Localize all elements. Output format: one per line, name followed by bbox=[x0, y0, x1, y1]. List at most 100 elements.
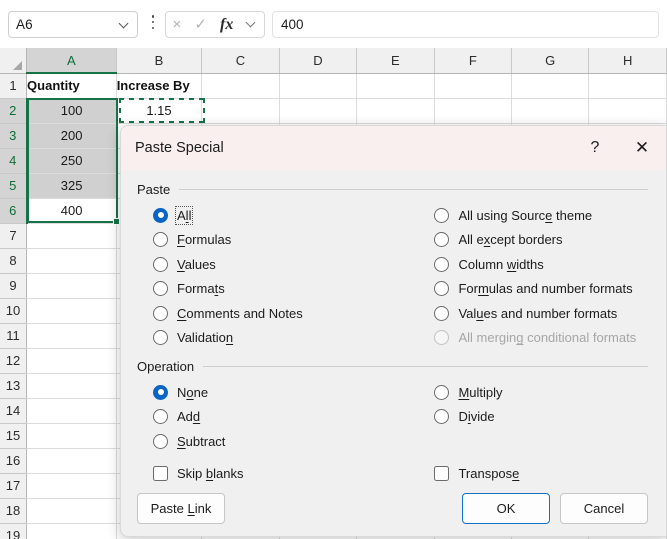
paste-radio-validation[interactable]: Validation bbox=[137, 326, 418, 351]
row-header-4[interactable]: 4 bbox=[0, 148, 28, 174]
checkbox-icon bbox=[434, 466, 450, 481]
cell-b1[interactable]: Increase By bbox=[116, 73, 203, 99]
row-header-5[interactable]: 5 bbox=[0, 173, 28, 199]
cell-a4[interactable]: 250 bbox=[26, 148, 117, 174]
function-dropdown-chevron-icon[interactable] bbox=[246, 17, 257, 32]
row-header-2[interactable]: 2 bbox=[0, 98, 28, 124]
cell-a11[interactable] bbox=[26, 323, 117, 349]
column-header-f[interactable]: F bbox=[434, 48, 513, 74]
paste-radio-column-widths[interactable]: Column widths bbox=[418, 252, 648, 277]
row-header-19[interactable]: 19 bbox=[0, 523, 28, 539]
cell-h1[interactable] bbox=[588, 73, 667, 99]
cell-f1[interactable] bbox=[434, 73, 513, 99]
operation-radio-multiply[interactable]: Multiply bbox=[418, 380, 648, 405]
cell-a14[interactable] bbox=[26, 398, 117, 424]
row-header-12[interactable]: 12 bbox=[0, 348, 28, 374]
cell-g2[interactable] bbox=[511, 98, 590, 124]
row-header-15[interactable]: 15 bbox=[0, 423, 28, 449]
paste-special-dialog[interactable]: Paste Special ? ✕ Paste All Formulas Value… bbox=[120, 125, 667, 537]
dialog-title: Paste Special bbox=[135, 140, 224, 156]
row-header-1[interactable]: 1 bbox=[0, 73, 28, 99]
cell-c1[interactable] bbox=[201, 73, 280, 99]
row-header-18[interactable]: 18 bbox=[0, 498, 28, 524]
cell-a15[interactable] bbox=[26, 423, 117, 449]
cell-a3[interactable]: 200 bbox=[26, 123, 117, 149]
row-header-17[interactable]: 17 bbox=[0, 473, 28, 499]
checkbox-label: Transpose bbox=[458, 466, 520, 481]
row-header-8[interactable]: 8 bbox=[0, 248, 28, 274]
cancel-entry-icon[interactable]: × bbox=[173, 17, 182, 32]
operation-radio-add[interactable]: Add bbox=[137, 405, 418, 430]
cell-c2[interactable] bbox=[201, 98, 280, 124]
operation-radio-none[interactable]: None bbox=[137, 380, 418, 405]
cell-a5[interactable]: 325 bbox=[26, 173, 117, 199]
ok-button[interactable]: OK bbox=[462, 492, 550, 524]
cell-d2[interactable] bbox=[279, 98, 358, 124]
row-header-10[interactable]: 10 bbox=[0, 298, 28, 324]
cell-a13[interactable] bbox=[26, 373, 117, 399]
name-box[interactable]: A6 bbox=[8, 11, 138, 38]
paste-radio-values-and-number-formats[interactable]: Values and number formats bbox=[418, 301, 648, 326]
cell-a8[interactable] bbox=[26, 248, 117, 274]
row-header-7[interactable]: 7 bbox=[0, 223, 28, 249]
paste-radio-values[interactable]: Values bbox=[137, 252, 418, 277]
paste-radio-all-using-source-theme[interactable]: All using Source theme bbox=[418, 203, 648, 228]
column-header-a[interactable]: A bbox=[26, 48, 117, 74]
column-header-g[interactable]: G bbox=[511, 48, 590, 74]
operation-radio-divide[interactable]: Divide bbox=[418, 405, 648, 430]
cell-a17[interactable] bbox=[26, 473, 117, 499]
row-header-13[interactable]: 13 bbox=[0, 373, 28, 399]
confirm-entry-icon[interactable]: ✓ bbox=[194, 17, 207, 32]
cell-b2[interactable]: 1.15 bbox=[116, 98, 203, 124]
row-header-6[interactable]: 6 bbox=[0, 198, 28, 224]
cell-a2[interactable]: 100 bbox=[26, 98, 117, 124]
cell-a10[interactable] bbox=[26, 298, 117, 324]
paste-radio-comments-and-notes[interactable]: Comments and Notes bbox=[137, 301, 418, 326]
column-header-c[interactable]: C bbox=[201, 48, 280, 74]
cell-a1[interactable]: Quantity bbox=[26, 73, 117, 99]
paste-radio-formulas[interactable]: Formulas bbox=[137, 228, 418, 253]
column-header-h[interactable]: H bbox=[588, 48, 667, 74]
row-header-3[interactable]: 3 bbox=[0, 123, 28, 149]
paste-radio-formulas-and-number-formats[interactable]: Formulas and number formats bbox=[418, 277, 648, 302]
radio-icon bbox=[153, 281, 168, 297]
cell-e1[interactable] bbox=[356, 73, 435, 99]
column-header-e[interactable]: E bbox=[356, 48, 435, 74]
cell-a12[interactable] bbox=[26, 348, 117, 374]
paste-radio-formats[interactable]: Formats bbox=[137, 277, 418, 302]
cell-g1[interactable] bbox=[511, 73, 590, 99]
operation-radio-subtract[interactable]: Subtract bbox=[137, 429, 418, 454]
formula-input[interactable]: 400 bbox=[272, 11, 659, 38]
row-header-16[interactable]: 16 bbox=[0, 448, 28, 474]
cell-a9[interactable] bbox=[26, 273, 117, 299]
close-icon[interactable]: ✕ bbox=[618, 126, 666, 170]
cell-a18[interactable] bbox=[26, 498, 117, 524]
select-all-corner[interactable] bbox=[0, 48, 28, 74]
chevron-down-icon[interactable] bbox=[119, 19, 130, 30]
column-header-d[interactable]: D bbox=[279, 48, 358, 74]
row-header-9[interactable]: 9 bbox=[0, 273, 28, 299]
radio-label: Comments and Notes bbox=[177, 305, 303, 321]
cancel-button[interactable]: Cancel bbox=[560, 492, 648, 524]
cell-h2[interactable] bbox=[588, 98, 667, 124]
row-header-11[interactable]: 11 bbox=[0, 323, 28, 349]
cell-d1[interactable] bbox=[279, 73, 358, 99]
insert-function-icon[interactable]: fx bbox=[220, 16, 233, 33]
row-header-14[interactable]: 14 bbox=[0, 398, 28, 424]
table-row: 2 100 1.15 bbox=[0, 98, 667, 124]
paste-radio-all[interactable]: All bbox=[137, 203, 418, 228]
help-icon[interactable]: ? bbox=[572, 126, 618, 170]
cell-e2[interactable] bbox=[356, 98, 435, 124]
radio-icon bbox=[153, 330, 168, 346]
paste-radio-all-except-borders[interactable]: All except borders bbox=[418, 228, 648, 253]
cell-f2[interactable] bbox=[434, 98, 513, 124]
paste-options-left-column: All Formulas Values Formats Comments and Not… bbox=[137, 203, 418, 350]
column-header-b[interactable]: B bbox=[116, 48, 203, 74]
paste-link-button[interactable]: Paste Link bbox=[137, 492, 225, 524]
cell-a7[interactable] bbox=[26, 223, 117, 249]
cell-a16[interactable] bbox=[26, 448, 117, 474]
radio-label: Subtract bbox=[177, 433, 226, 449]
cell-a19[interactable] bbox=[26, 523, 117, 539]
cell-a6[interactable]: 400 bbox=[26, 198, 117, 224]
kebab-menu-icon[interactable] bbox=[147, 15, 159, 35]
